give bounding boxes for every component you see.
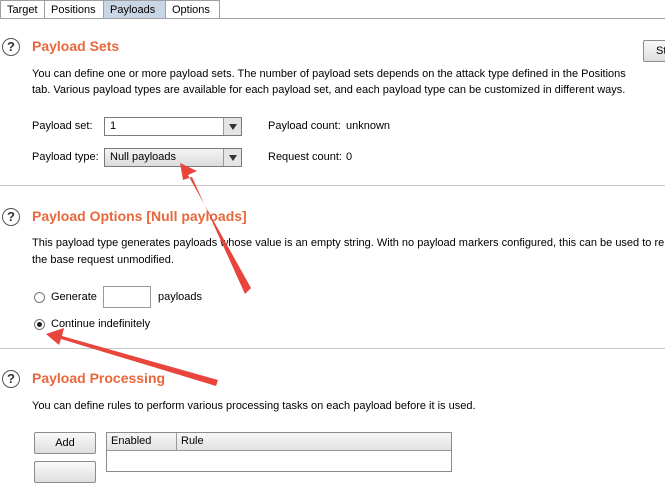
payload-sets-title: Payload Sets <box>32 38 120 54</box>
payload-type-label: Payload type: <box>32 151 99 163</box>
annotation-arrow-upper <box>180 163 251 294</box>
add-rule-button[interactable]: Add <box>34 432 96 454</box>
payload-sets-description-1: You can define one or more payload sets.… <box>32 68 626 80</box>
request-count-label: Request count: <box>268 151 342 163</box>
tab-options[interactable]: Options <box>165 0 220 18</box>
payload-type-value: Null payloads <box>110 151 177 163</box>
payload-options-description-2: the base request unmodified. <box>32 254 174 266</box>
generate-label: Generate <box>51 291 97 303</box>
payload-options-title: Payload Options [Null payloads] <box>32 208 247 224</box>
processing-rules-table[interactable]: Enabled Rule <box>106 432 452 472</box>
payload-processing-description: You can define rules to perform various … <box>32 400 476 412</box>
payload-count-value: unknown <box>346 120 391 132</box>
tab-target[interactable]: Target <box>0 0 45 18</box>
column-enabled[interactable]: Enabled <box>107 433 177 450</box>
help-icon[interactable]: ? <box>2 38 20 56</box>
continue-indefinitely-label: Continue indefinitely <box>51 318 151 330</box>
payload-set-select[interactable]: 1 <box>104 117 242 136</box>
triangle-down-icon <box>223 149 241 166</box>
help-icon[interactable]: ? <box>2 208 20 226</box>
payload-count-label: Payload count: <box>268 120 341 132</box>
table-header: Enabled Rule <box>107 433 451 451</box>
column-rule[interactable]: Rule <box>177 433 452 450</box>
triangle-down-icon <box>223 118 241 135</box>
tab-bar: Target Positions Payloads Options <box>0 0 665 19</box>
continue-indefinitely-radio[interactable] <box>34 319 45 330</box>
section-divider <box>0 185 665 186</box>
start-attack-button[interactable]: St <box>643 40 665 62</box>
request-count-value: 0 <box>346 151 353 163</box>
payload-set-value: 1 <box>110 120 117 132</box>
payloads-label: payloads <box>158 291 203 303</box>
generate-radio[interactable] <box>34 292 45 303</box>
section-divider <box>0 348 665 349</box>
tab-payloads[interactable]: Payloads <box>103 0 166 18</box>
payload-options-description-1: This payload type generates payloads who… <box>32 237 665 249</box>
payload-processing-title: Payload Processing <box>32 370 166 386</box>
payload-type-select[interactable]: Null payloads <box>104 148 242 167</box>
help-icon[interactable]: ? <box>2 370 20 388</box>
generate-count-input[interactable] <box>103 286 151 308</box>
payload-set-label: Payload set: <box>32 120 93 132</box>
tab-positions[interactable]: Positions <box>44 0 104 18</box>
payload-sets-description-2: tab. Various payload types are available… <box>32 84 626 96</box>
secondary-rule-button[interactable] <box>34 461 96 483</box>
